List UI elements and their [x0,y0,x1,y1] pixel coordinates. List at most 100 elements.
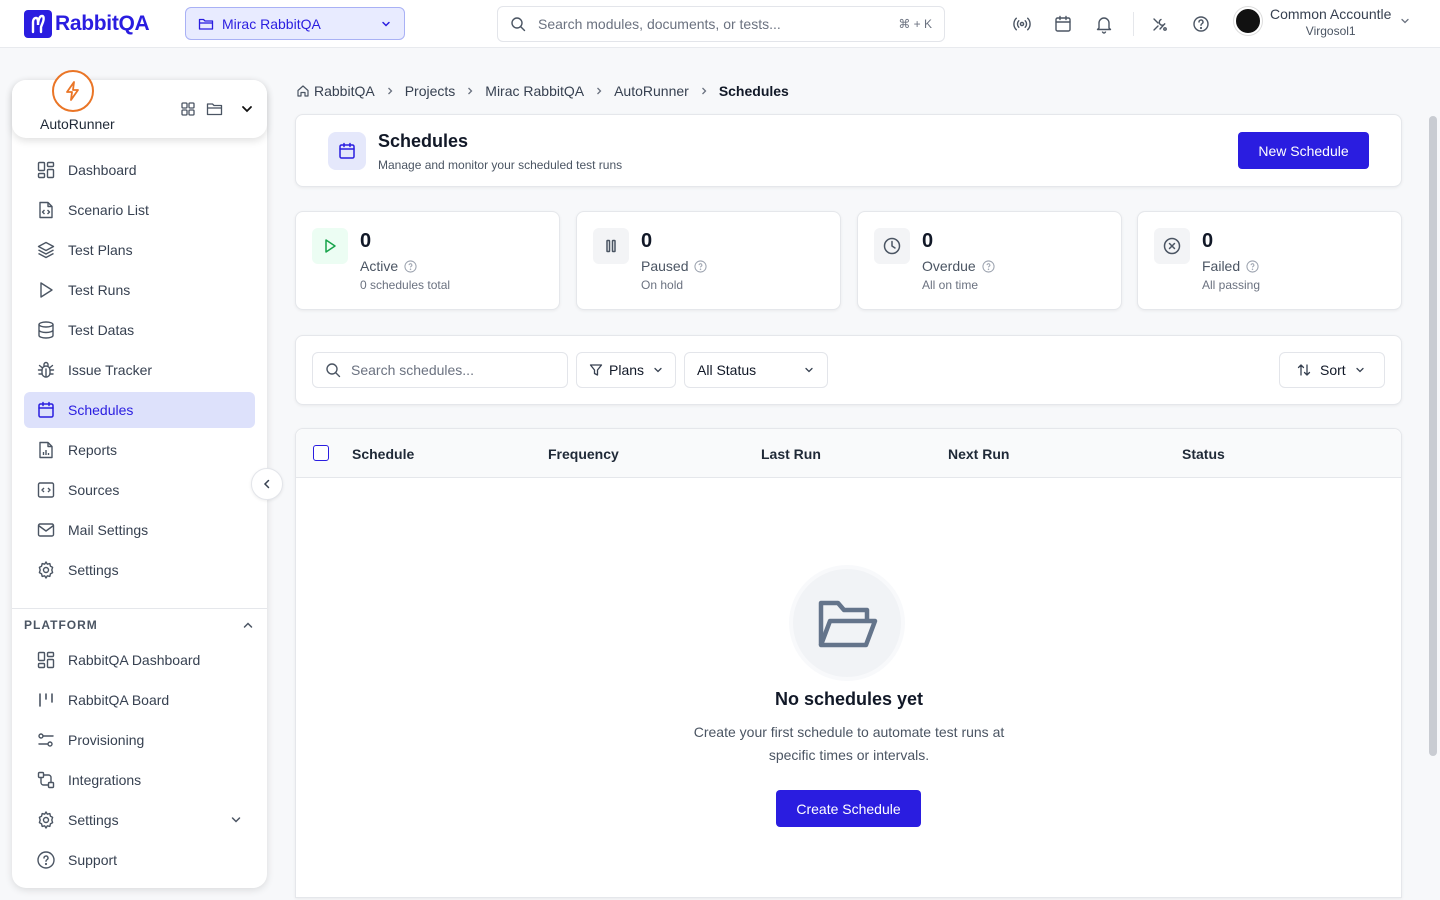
chevron-up-icon [241,618,255,632]
app-name: AutoRunner [40,116,115,132]
dashboard-icon [36,160,56,180]
bell-icon[interactable] [1092,12,1116,36]
sidebar-item-platform-settings[interactable]: Settings [24,802,255,838]
sidebar-item-label: RabbitQA Dashboard [68,652,201,668]
stat-card-active: 0 Active 0 schedules total [295,211,560,310]
sidebar-item-mail-settings[interactable]: Mail Settings [24,512,255,548]
sort-button[interactable]: Sort [1279,352,1385,388]
schedule-search[interactable]: Search schedules... [312,352,568,388]
page-scrollbar-thumb[interactable] [1429,116,1437,756]
column-schedule[interactable]: Schedule [352,446,414,462]
global-search[interactable]: Search modules, documents, or tests... ⌘… [497,6,945,42]
sort-icon [1296,362,1312,378]
sidebar: AutoRunner Dashboard Scenario List Test … [12,70,267,888]
chevron-down-icon [652,364,664,376]
chevron-down-icon [1354,364,1366,376]
sidebar-item-support[interactable]: Support [24,842,255,878]
sidebar-item-label: Settings [68,562,119,578]
sidebar-item-scenario-list[interactable]: Scenario List [24,192,255,228]
tools-icon[interactable] [1148,12,1172,36]
empty-state-line: specific times or intervals. [768,747,930,763]
grid-icon[interactable] [180,101,196,117]
layers-icon [36,240,56,260]
column-status[interactable]: Status [1182,446,1225,462]
breadcrumb-rabbitqa[interactable]: RabbitQA [314,83,375,99]
platform-heading: PLATFORM [24,618,98,632]
sidebar-item-label: Schedules [68,402,134,418]
calendar-icon [328,132,366,170]
info-icon[interactable] [982,259,995,273]
calendar-icon [36,400,56,420]
top-bar: RabbitQA Mirac RabbitQA Search modules, … [0,0,1440,48]
sort-label: Sort [1320,362,1346,378]
database-icon [36,320,56,340]
empty-state-description: Create your first schedule to automate t… [669,721,1029,767]
platform-nav: RabbitQA Dashboard RabbitQA Board Provis… [24,642,255,882]
chevron-right-icon [594,86,604,96]
project-selector[interactable]: Mirac RabbitQA [185,7,405,40]
sidebar-item-test-plans[interactable]: Test Plans [24,232,255,268]
calendar-icon[interactable] [1051,12,1075,36]
sidebar-item-sources[interactable]: Sources [24,472,255,508]
breadcrumb-project[interactable]: Mirac RabbitQA [485,83,584,99]
help-circle-icon [36,850,56,870]
filter-bar: Search schedules... Plans All Status Sor… [295,335,1402,405]
info-icon[interactable] [694,259,708,273]
play-icon [312,228,348,264]
home-icon [296,84,310,98]
column-next-run[interactable]: Next Run [948,446,1009,462]
sidebar-item-integrations[interactable]: Integrations [24,762,255,798]
empty-state-line: Create your first schedule to automate t… [693,724,1005,740]
stat-subtext: All on time [922,278,979,292]
chevron-right-icon [385,86,395,96]
file-code-icon [36,200,56,220]
sidebar-item-label: Mail Settings [68,522,149,538]
platform-section-toggle[interactable]: PLATFORM [24,618,255,632]
broadcast-icon[interactable] [1010,12,1034,36]
help-icon[interactable] [1189,12,1213,36]
search-shortcut: ⌘ + K [898,17,932,31]
sidebar-item-rabbitqa-board[interactable]: RabbitQA Board [24,682,255,718]
info-icon[interactable] [404,259,417,273]
user-menu[interactable]: Common Accountle Virgosol1 [1234,4,1411,38]
stat-label: Active [360,258,399,274]
plans-filter[interactable]: Plans [576,352,676,388]
sidebar-collapse-button[interactable] [251,468,283,500]
mail-icon [36,520,56,540]
sidebar-item-label: Reports [68,442,118,458]
folder-icon[interactable] [206,101,224,117]
user-org: Virgosol1 [1305,24,1356,38]
column-last-run[interactable]: Last Run [761,446,821,462]
sidebar-item-provisioning[interactable]: Provisioning [24,722,255,758]
select-all-checkbox[interactable] [313,445,329,461]
sidebar-item-test-runs[interactable]: Test Runs [24,272,255,308]
chevron-down-icon [1399,15,1411,27]
schedule-search-input[interactable]: Search schedules... [351,362,474,378]
plans-filter-label: Plans [609,362,645,378]
stat-value: 0 [360,230,372,252]
status-filter[interactable]: All Status [684,352,828,388]
info-icon[interactable] [1246,259,1259,273]
sidebar-item-schedules[interactable]: Schedules [24,392,255,428]
column-frequency[interactable]: Frequency [548,446,619,462]
logo[interactable]: RabbitQA [24,10,150,38]
chevron-down-icon[interactable] [240,102,254,116]
sidebar-item-settings[interactable]: Settings [24,552,255,588]
create-schedule-button[interactable]: Create Schedule [776,790,921,827]
breadcrumb-app[interactable]: AutoRunner [614,83,689,99]
sidebar-item-reports[interactable]: Reports [24,432,255,468]
chevron-down-icon [803,364,815,376]
sidebar-item-label: Test Datas [68,322,135,338]
sidebar-item-test-datas[interactable]: Test Datas [24,312,255,348]
sidebar-item-dashboard[interactable]: Dashboard [24,152,255,188]
folder-icon [198,16,214,32]
breadcrumb-projects[interactable]: Projects [405,83,456,99]
sidebar-item-issue-tracker[interactable]: Issue Tracker [24,352,255,388]
app-switcher[interactable]: AutoRunner [12,70,267,138]
global-search-input[interactable]: Search modules, documents, or tests... [538,16,886,32]
new-schedule-button[interactable]: New Schedule [1238,132,1369,169]
project-selector-label: Mirac RabbitQA [222,15,321,32]
stat-card-failed: 0 Failed All passing [1137,211,1402,310]
sidebar-nav: Dashboard Scenario List Test Plans Test … [24,152,255,592]
sidebar-item-rabbitqa-dashboard[interactable]: RabbitQA Dashboard [24,642,255,678]
